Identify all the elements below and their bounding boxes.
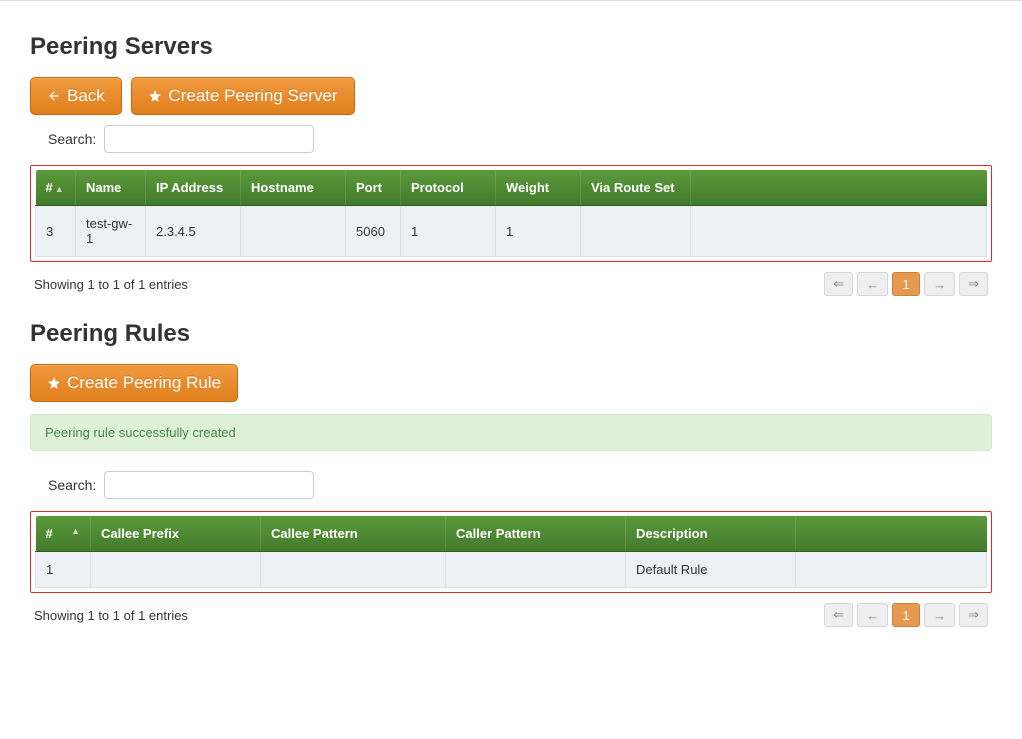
cell-num: 3: [36, 206, 76, 257]
rules-button-group: Create Peering Rule: [30, 364, 992, 402]
cell-ip: 2.3.4.5: [146, 206, 241, 257]
cell-port: 5060: [346, 206, 401, 257]
success-alert: Peering rule successfully created: [30, 414, 992, 451]
col-actions[interactable]: [796, 516, 987, 552]
peering-rules-title: Peering Rules: [30, 320, 992, 348]
servers-search-row: Search:: [48, 125, 992, 153]
col-protocol[interactable]: Protocol: [401, 170, 496, 206]
cell-hostname: [241, 206, 346, 257]
cell-name: test-gw-1: [76, 206, 146, 257]
page-first-button[interactable]: ⇐: [824, 603, 853, 627]
col-actions[interactable]: [691, 170, 987, 206]
page-prev-button[interactable]: ←: [857, 272, 888, 296]
cell-via: [581, 206, 691, 257]
page-1-button[interactable]: 1: [892, 603, 920, 627]
create-peering-server-label: Create Peering Server: [168, 86, 337, 106]
cell-caller-pattern: [446, 552, 626, 588]
col-num[interactable]: # ▲: [36, 516, 91, 552]
col-ip[interactable]: IP Address: [146, 170, 241, 206]
create-peering-server-button[interactable]: Create Peering Server: [131, 77, 354, 115]
page-last-button[interactable]: ⇒: [959, 272, 988, 296]
col-callee-prefix[interactable]: Callee Prefix: [91, 516, 261, 552]
servers-footer: Showing 1 to 1 of 1 entries ⇐ ← 1 → ⇒: [34, 272, 988, 296]
col-num-label: #: [46, 180, 53, 195]
servers-button-group: Back Create Peering Server: [30, 77, 992, 115]
col-name[interactable]: Name: [76, 170, 146, 206]
col-num-label: #: [46, 526, 53, 541]
back-button-label: Back: [67, 86, 105, 106]
rules-pagination: ⇐ ← 1 → ⇒: [824, 603, 988, 627]
rules-table-wrap: # ▲ Callee Prefix Callee Pattern Caller …: [30, 511, 992, 593]
rules-search-label: Search:: [48, 477, 96, 493]
col-description[interactable]: Description: [626, 516, 796, 552]
star-icon: [148, 89, 162, 103]
page-first-button[interactable]: ⇐: [824, 272, 853, 296]
page-1-button[interactable]: 1: [892, 272, 920, 296]
table-row[interactable]: 3 test-gw-1 2.3.4.5 5060 1 1: [36, 206, 987, 257]
cell-callee-prefix: [91, 552, 261, 588]
star-icon: [47, 376, 61, 390]
cell-protocol: 1: [401, 206, 496, 257]
cell-callee-pattern: [261, 552, 446, 588]
rules-search-input[interactable]: [104, 471, 314, 499]
col-callee-pattern[interactable]: Callee Pattern: [261, 516, 446, 552]
cell-num: 1: [36, 552, 91, 588]
servers-search-label: Search:: [48, 131, 96, 147]
cell-weight: 1: [496, 206, 581, 257]
col-weight[interactable]: Weight: [496, 170, 581, 206]
sort-asc-icon: ▲: [71, 526, 80, 536]
cell-actions: [796, 552, 987, 588]
peering-servers-title: Peering Servers: [30, 33, 992, 61]
sort-asc-icon: ▲: [55, 184, 64, 194]
servers-entries-text: Showing 1 to 1 of 1 entries: [34, 277, 188, 292]
col-port[interactable]: Port: [346, 170, 401, 206]
servers-search-input[interactable]: [104, 125, 314, 153]
page-next-button[interactable]: →: [924, 603, 955, 627]
peering-servers-table: #▲ Name IP Address Hostname Port Protoco…: [35, 170, 987, 257]
col-num[interactable]: #▲: [36, 170, 76, 206]
back-button[interactable]: Back: [30, 77, 122, 115]
servers-pagination: ⇐ ← 1 → ⇒: [824, 272, 988, 296]
col-hostname[interactable]: Hostname: [241, 170, 346, 206]
create-peering-rule-label: Create Peering Rule: [67, 373, 221, 393]
rules-search-row: Search:: [48, 471, 992, 499]
col-via[interactable]: Via Route Set: [581, 170, 691, 206]
rules-entries-text: Showing 1 to 1 of 1 entries: [34, 608, 188, 623]
cell-actions: [691, 206, 987, 257]
page-last-button[interactable]: ⇒: [959, 603, 988, 627]
peering-rules-table: # ▲ Callee Prefix Callee Pattern Caller …: [35, 516, 987, 588]
col-caller-pattern[interactable]: Caller Pattern: [446, 516, 626, 552]
servers-table-wrap: #▲ Name IP Address Hostname Port Protoco…: [30, 165, 992, 262]
create-peering-rule-button[interactable]: Create Peering Rule: [30, 364, 238, 402]
table-row[interactable]: 1 Default Rule: [36, 552, 987, 588]
rules-footer: Showing 1 to 1 of 1 entries ⇐ ← 1 → ⇒: [34, 603, 988, 627]
page-next-button[interactable]: →: [924, 272, 955, 296]
arrow-left-icon: [47, 89, 61, 103]
page-prev-button[interactable]: ←: [857, 603, 888, 627]
cell-description: Default Rule: [626, 552, 796, 588]
